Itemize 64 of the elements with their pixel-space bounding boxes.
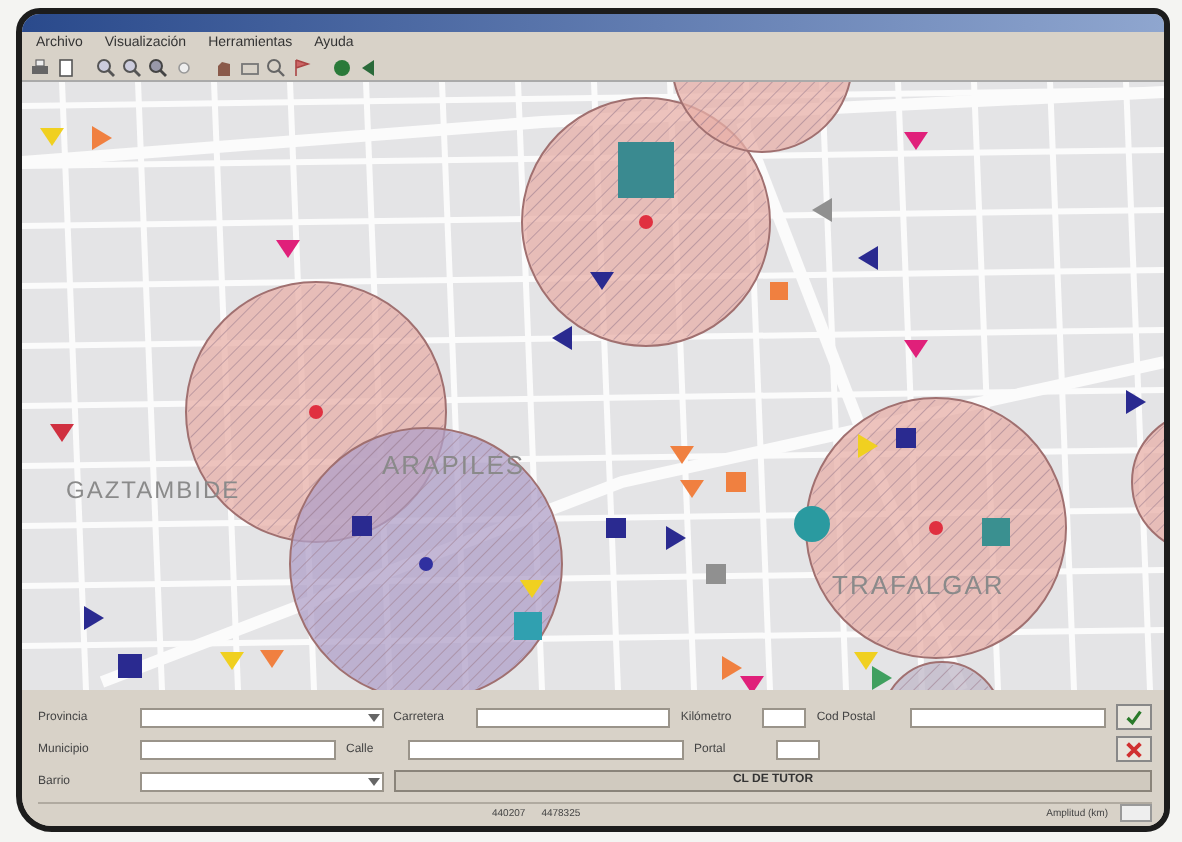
map-marker-icon[interactable] (770, 282, 788, 300)
map-marker-icon[interactable] (680, 480, 704, 498)
checkmark-icon (1126, 709, 1143, 725)
map-marker-icon[interactable] (722, 656, 742, 680)
map-marker-icon[interactable] (982, 518, 1010, 546)
map-marker-icon[interactable] (666, 526, 686, 550)
dropdown-field[interactable] (140, 707, 384, 727)
map-marker-icon[interactable] (639, 215, 653, 229)
map-marker-icon[interactable] (92, 126, 112, 150)
map-marker-icon[interactable] (896, 428, 916, 448)
input-field[interactable] (762, 707, 807, 727)
map-marker-icon[interactable] (854, 652, 878, 670)
input-field[interactable] (408, 739, 684, 759)
search-icon[interactable] (266, 57, 286, 77)
printer-icon[interactable] (30, 57, 50, 77)
dropdown-field[interactable] (140, 771, 384, 791)
map-marker-icon[interactable] (50, 424, 74, 442)
map-marker-icon[interactable] (220, 652, 244, 670)
map-marker-icon[interactable] (606, 518, 626, 538)
map-marker-icon[interactable] (904, 132, 928, 150)
map-marker-icon[interactable] (872, 666, 892, 690)
cancel-button[interactable] (1116, 736, 1152, 762)
zoom-out-icon[interactable] (122, 57, 142, 77)
map-marker-icon[interactable] (118, 654, 142, 678)
map-marker-icon[interactable] (858, 434, 878, 458)
flag-icon[interactable] (292, 57, 312, 77)
district-label: TRAFALGAR (832, 570, 1005, 600)
map-marker-icon[interactable] (929, 521, 943, 535)
map-marker-icon[interactable] (520, 580, 544, 598)
rectangle-icon[interactable] (240, 57, 260, 77)
dropdown-arrow-icon[interactable] (367, 711, 380, 723)
map-marker-icon[interactable] (84, 606, 104, 630)
map-marker-icon[interactable] (618, 142, 674, 198)
map-marker-icon[interactable] (309, 405, 323, 419)
zoom-in-icon[interactable] (96, 57, 116, 77)
map-marker-icon[interactable] (670, 446, 694, 464)
map-marker-icon[interactable] (1126, 390, 1146, 414)
close-icon (1126, 741, 1142, 757)
map-marker-icon[interactable] (794, 506, 830, 542)
district-label: ARAPILES (382, 450, 526, 480)
input-field[interactable] (140, 739, 336, 759)
input-field[interactable] (910, 707, 1107, 727)
map-marker-icon[interactable] (590, 272, 614, 290)
map-marker-icon[interactable] (276, 240, 300, 258)
map-marker-icon[interactable] (904, 340, 928, 358)
map-marker-icon[interactable] (260, 650, 284, 668)
map-marker-icon[interactable] (514, 612, 542, 640)
arrow-left-icon[interactable] (358, 57, 378, 77)
map-marker-icon[interactable] (419, 557, 433, 571)
map-marker-icon[interactable] (552, 326, 572, 350)
zoom-icon[interactable] (148, 57, 168, 77)
map-marker-icon[interactable] (352, 516, 372, 536)
input-field[interactable] (776, 739, 820, 759)
map-marker-icon[interactable] (726, 472, 746, 492)
help-icon[interactable] (332, 57, 352, 77)
accept-button[interactable] (1116, 704, 1152, 730)
document-icon[interactable] (56, 57, 76, 77)
map-marker-icon[interactable] (40, 128, 64, 146)
map-marker-icon[interactable] (858, 246, 878, 270)
map-marker-icon[interactable] (706, 564, 726, 584)
input-field[interactable] (475, 707, 671, 727)
map-marker-icon[interactable] (812, 198, 832, 222)
amplitude-field[interactable] (1120, 804, 1152, 822)
dropdown-arrow-icon[interactable] (368, 775, 380, 787)
